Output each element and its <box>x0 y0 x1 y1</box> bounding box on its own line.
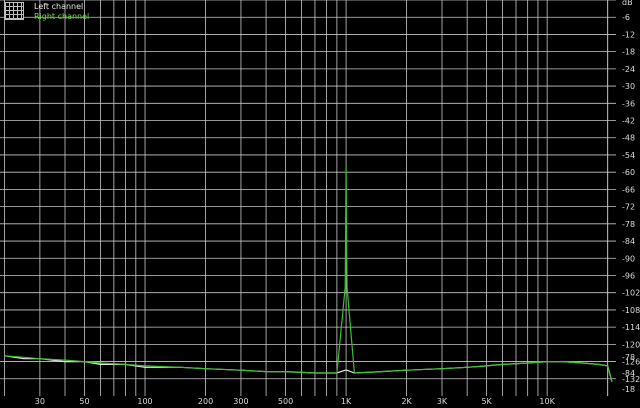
grid-icon[interactable] <box>4 2 24 20</box>
spectrum-chart: 30 50 100 200 300 500 1K 2K 3K 5K 10K dB -6 -12 -18 -2… <box>0 0 640 406</box>
y-tick-label: -48 <box>622 134 635 143</box>
y-tick-label: -18 <box>622 48 635 57</box>
y-tick-label: -42 <box>622 117 635 126</box>
x-tick-label: 2K <box>401 397 412 406</box>
y-tick-label: -66 <box>622 185 635 194</box>
x-tick-label: 30 <box>35 397 45 406</box>
y-tick-label: -18 <box>622 385 635 394</box>
y-tick-label: -90 <box>622 254 635 263</box>
x-tick-label: 200 <box>198 397 213 406</box>
legend-left-channel: Left channel <box>34 2 84 11</box>
y-tick-label: dB <box>622 0 633 7</box>
x-tick-label: 10K <box>539 397 555 406</box>
y-tick-label: -120 <box>622 340 640 349</box>
y-tick-label: -96 <box>622 271 635 280</box>
x-tick-label: 100 <box>137 397 152 406</box>
x-tick-label: 5K <box>481 397 492 406</box>
x-axis-ticks: 30 50 100 200 300 500 1K 2K 3K 5K 10K <box>35 397 556 406</box>
legend-right-channel: Right channel <box>34 12 90 21</box>
y-tick-label: -30 <box>622 82 635 91</box>
y-tick-label: -6 <box>622 13 630 22</box>
series-line-left-channel <box>4 355 613 382</box>
y-tick-label: -108 <box>622 306 640 315</box>
legend-labels: Left channel Right channel <box>34 2 89 22</box>
x-tick-label: 300 <box>233 397 248 406</box>
x-tick-label: 1K <box>341 397 352 406</box>
y-tick-label: -114 <box>622 323 640 332</box>
y-tick-label: -60 <box>622 168 635 177</box>
y-tick-label: -84 <box>622 237 635 246</box>
y-tick-label: -54 <box>622 151 635 160</box>
y-tick-label: -78 <box>622 353 635 362</box>
x-tick-label: 50 <box>79 397 89 406</box>
series-layer <box>4 166 613 382</box>
y-tick-label: -36 <box>622 99 635 108</box>
y-axis-ticks: dB -6 -12 -18 -24 -30 -36 -42 -48 -54 -60 -66 -72 -78… <box>622 0 640 394</box>
y-tick-label: -84 <box>622 369 635 378</box>
legend: Left channel Right channel <box>4 2 89 22</box>
y-tick-label: -12 <box>622 30 635 39</box>
grid <box>0 0 616 396</box>
y-tick-label: -24 <box>622 65 635 74</box>
series-line-right-channel <box>4 166 613 382</box>
x-tick-label: 500 <box>278 397 293 406</box>
y-tick-label: -102 <box>622 289 640 298</box>
y-tick-label: -72 <box>622 203 635 212</box>
x-tick-label: 3K <box>437 397 448 406</box>
y-tick-label: -78 <box>622 220 635 229</box>
